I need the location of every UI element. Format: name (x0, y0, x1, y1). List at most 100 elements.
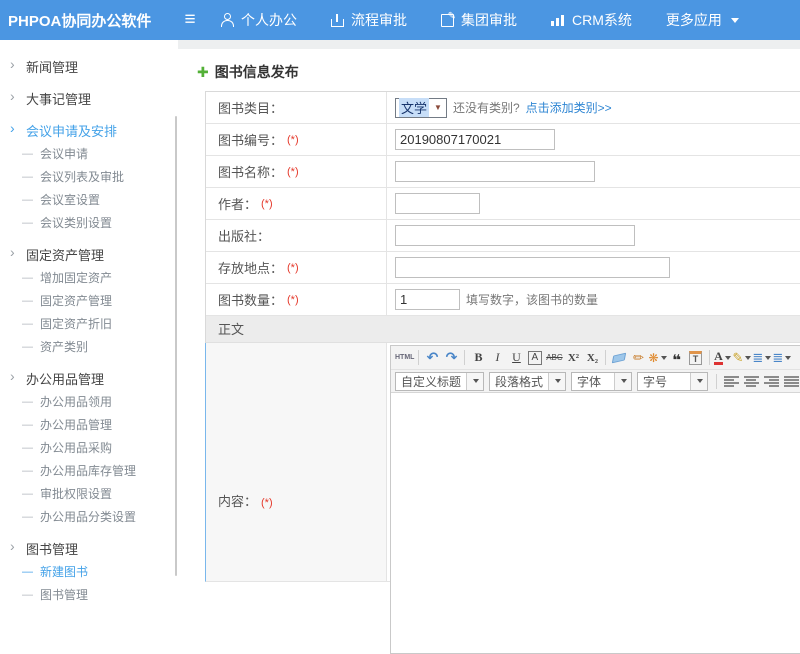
sidebar-item-meeting-list-approval[interactable]: —会议列表及审批 (0, 165, 178, 188)
chevron-right-icon: › (10, 244, 15, 260)
editor-content-area[interactable] (391, 393, 800, 653)
sidebar-item-meeting-category-settings[interactable]: —会议类别设置 (0, 211, 178, 234)
unordered-list-button[interactable]: ≣ (772, 348, 791, 367)
dash-icon: — (22, 272, 33, 284)
paste-as-text-button[interactable]: T (687, 348, 705, 367)
sidebar-item-book-management[interactable]: ›图书管理 (0, 536, 178, 560)
font-family-select[interactable]: 字体 (571, 372, 632, 391)
app-logo[interactable]: PHPOA协同办公软件 (0, 10, 172, 31)
form-row-content: 内容：(*) HTML ↶ ↷ B I U A ABC (205, 343, 800, 582)
format-brush-button[interactable]: ✏ (629, 348, 647, 367)
chevron-down-icon (661, 356, 667, 360)
marker-pen-icon: ✎ (733, 350, 744, 366)
nav-personal-office[interactable]: 个人办公 (220, 10, 297, 30)
book-form: 图书类目： 文学 ▼ 还没有类别? 点击添加类别>> 图书编号：(*) 图书名称… (205, 91, 800, 582)
html-source-button[interactable]: HTML (395, 348, 414, 367)
nav-more-apps[interactable]: 更多应用 (666, 10, 739, 30)
chevron-right-icon: › (10, 120, 15, 136)
compose-icon (441, 14, 454, 27)
highlight-button[interactable]: ✎ (733, 348, 752, 367)
font-size-select[interactable]: 字号 (637, 372, 708, 391)
sidebar-item-book-management-child[interactable]: —图书管理 (0, 583, 178, 606)
align-left-icon (724, 376, 739, 387)
main-content: ✚ 图书信息发布 图书类目： 文学 ▼ 还没有类别? 点击添加类别>> 图书编号… (178, 40, 800, 578)
heading-select[interactable]: 自定义标题 (395, 372, 484, 391)
sidebar-item-meeting-apply[interactable]: —会议申请 (0, 142, 178, 165)
toolbar-separator (709, 350, 710, 365)
italic-button[interactable]: I (488, 348, 506, 367)
form-row-quantity: 图书数量：(*) 填写数字，该图书的数量 (206, 284, 800, 316)
book-no-input[interactable] (395, 129, 555, 150)
form-row-category: 图书类目： 文学 ▼ 还没有类别? 点击添加类别>> (206, 92, 800, 124)
quantity-input[interactable] (395, 289, 460, 310)
author-input[interactable] (395, 193, 480, 214)
subscript-button[interactable]: X₂ (583, 348, 601, 367)
sidebar-item-fixed-asset-depreciation[interactable]: —固定资产折旧 (0, 312, 178, 335)
editor-toolbar-row1: HTML ↶ ↷ B I U A ABC X² X₂ ✏ (391, 346, 800, 370)
select-arrow-icon (690, 373, 707, 390)
plus-icon: ✚ (197, 64, 209, 81)
category-hint: 还没有类别? (453, 99, 520, 116)
sidebar-item-supplies-category-settings[interactable]: —办公用品分类设置 (0, 505, 178, 528)
dash-icon: — (22, 295, 33, 307)
eraser-icon (612, 352, 626, 363)
nav-crm-system[interactable]: CRM系统 (551, 10, 632, 30)
category-select[interactable]: 文学 ▼ (395, 98, 447, 118)
sidebar-item-new-book[interactable]: —新建图书 (0, 560, 178, 583)
nav-process-approval[interactable]: 流程审批 (331, 10, 407, 30)
nav-group-approval[interactable]: 集团审批 (441, 10, 517, 30)
book-name-label: 图书名称： (218, 162, 283, 181)
sidebar-item-meeting-room-settings[interactable]: —会议室设置 (0, 188, 178, 211)
underline-button[interactable]: U (507, 348, 525, 367)
top-nav: 个人办公 流程审批 集团审批 CRM系统 更多应用 (220, 10, 739, 30)
location-input[interactable] (395, 257, 670, 278)
dash-icon: — (22, 217, 33, 229)
align-right-button[interactable] (762, 372, 780, 391)
font-color-button[interactable]: A (714, 348, 732, 367)
hamburger-menu-icon[interactable]: ≡ (172, 9, 208, 31)
bar-chart-icon (551, 14, 565, 26)
chevron-right-icon: › (10, 88, 15, 104)
editor-toolbar-row2: 自定义标题 段落格式 字体 字号 ∞ ⊘ (391, 370, 800, 393)
align-center-button[interactable] (742, 372, 760, 391)
bold-button[interactable]: B (469, 348, 487, 367)
sidebar-item-memorabilia-management[interactable]: ›大事记管理 (0, 86, 178, 110)
nav-label: 集团审批 (461, 10, 517, 30)
blockquote-button[interactable]: ❝ (668, 351, 686, 370)
publisher-input[interactable] (395, 225, 635, 246)
ordered-list-button[interactable]: ≣ (752, 348, 771, 367)
sidebar-item-asset-category[interactable]: —资产类别 (0, 335, 178, 358)
sidebar-item-supplies-requisition[interactable]: —办公用品领用 (0, 390, 178, 413)
sidebar-item-approval-permission-settings[interactable]: —审批权限设置 (0, 482, 178, 505)
justify-button[interactable] (782, 372, 800, 391)
strikethrough-button[interactable]: ABC (545, 348, 563, 367)
sidebar-item-add-fixed-asset[interactable]: —增加固定资产 (0, 266, 178, 289)
font-style-button[interactable]: A (526, 348, 544, 367)
category-selected-value: 文学 (399, 98, 429, 117)
sidebar-item-fixed-asset-management[interactable]: —固定资产管理 (0, 289, 178, 312)
sidebar: ›新闻管理 ›大事记管理 ›会议申请及安排 —会议申请 —会议列表及审批 —会议… (0, 40, 178, 578)
sidebar-item-news-management[interactable]: ›新闻管理 (0, 54, 178, 78)
align-left-button[interactable] (722, 372, 740, 391)
sidebar-item-supplies-management[interactable]: —办公用品管理 (0, 413, 178, 436)
sidebar-item-meeting-request[interactable]: ›会议申请及安排 (0, 118, 178, 142)
quantity-hint: 填写数字，该图书的数量 (466, 291, 598, 308)
book-name-input[interactable] (395, 161, 595, 182)
remove-format-button[interactable] (610, 348, 628, 367)
sidebar-item-fixed-assets-management[interactable]: ›固定资产管理 (0, 242, 178, 266)
sidebar-item-office-supplies-management[interactable]: ›办公用品管理 (0, 366, 178, 390)
sidebar-item-supplies-purchase[interactable]: —办公用品采购 (0, 436, 178, 459)
sidebar-scrollbar[interactable] (175, 116, 177, 576)
page-header: ✚ 图书信息发布 (197, 62, 800, 82)
add-category-link[interactable]: 点击添加类别>> (526, 99, 612, 116)
required-mark: (*) (287, 262, 299, 274)
form-row-book-name: 图书名称：(*) (206, 156, 800, 188)
dash-icon: — (22, 488, 33, 500)
redo-button[interactable]: ↷ (442, 348, 460, 367)
superscript-button[interactable]: X² (564, 348, 582, 367)
chevron-down-icon (765, 356, 771, 360)
paragraph-format-select[interactable]: 段落格式 (489, 372, 566, 391)
sidebar-item-supplies-inventory[interactable]: —办公用品库存管理 (0, 459, 178, 482)
color-palette-button[interactable]: ❋ (648, 348, 666, 367)
undo-button[interactable]: ↶ (423, 348, 441, 367)
